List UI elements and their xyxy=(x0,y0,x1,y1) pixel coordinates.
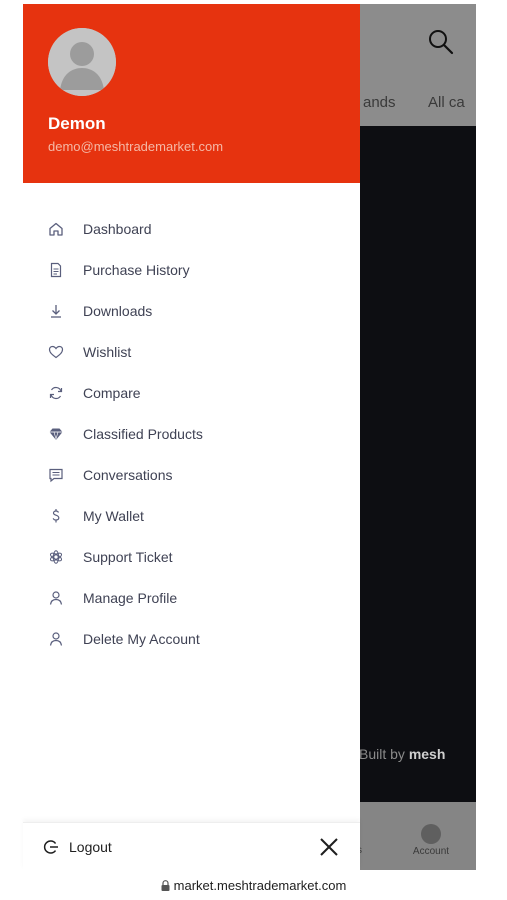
menu-item-label: My Wallet xyxy=(83,508,144,524)
logout-label: Logout xyxy=(69,839,112,855)
browser-url-bar[interactable]: market.meshtrademarket.com xyxy=(0,878,507,893)
menu-item-compare[interactable]: Compare xyxy=(23,377,360,409)
drawer-footer: Logout xyxy=(23,822,360,870)
menu-item-label: Delete My Account xyxy=(83,631,200,647)
dollar-icon xyxy=(47,507,65,525)
menu-item-downloads[interactable]: Downloads xyxy=(23,295,360,327)
heart-icon xyxy=(47,343,65,361)
tab-all-categories[interactable]: All ca xyxy=(428,94,476,111)
drawer-header: Demon demo@meshtrademarket.com xyxy=(23,4,360,183)
tab-brands[interactable]: ands xyxy=(363,94,396,111)
avatar[interactable] xyxy=(48,28,116,96)
menu-item-label: Downloads xyxy=(83,303,153,319)
menu-item-label: Purchase History xyxy=(83,262,190,278)
menu-item-dashboard[interactable]: Dashboard xyxy=(23,213,360,245)
built-by-footer: Built by mesh xyxy=(359,746,445,762)
avatar-placeholder-icon xyxy=(48,28,116,96)
bottom-nav-account[interactable]: Account xyxy=(407,824,455,857)
document-icon xyxy=(47,261,65,279)
menu-item-delete-my-account[interactable]: Delete My Account xyxy=(23,623,360,655)
user-name: Demon xyxy=(48,114,106,133)
menu-item-wishlist[interactable]: Wishlist xyxy=(23,336,360,368)
user-email: demo@meshtrademarket.com xyxy=(48,139,224,154)
account-icon xyxy=(421,824,441,844)
menu-item-label: Wishlist xyxy=(83,344,132,360)
bottom-nav-account-label: Account xyxy=(412,846,450,857)
download-icon xyxy=(47,302,65,320)
built-by-prefix: Built by xyxy=(359,746,409,762)
menu-item-classified-products[interactable]: Classified Products xyxy=(23,418,360,450)
url-text: market.meshtrademarket.com xyxy=(173,878,347,893)
menu-item-label: Manage Profile xyxy=(83,590,178,606)
menu-item-support-ticket[interactable]: Support Ticket xyxy=(23,541,360,573)
menu-item-label: Classified Products xyxy=(83,426,203,442)
home-icon xyxy=(47,220,65,238)
logout-icon xyxy=(43,840,58,854)
menu-item-purchase-history[interactable]: Purchase History xyxy=(23,254,360,286)
menu-item-label: Compare xyxy=(83,385,141,401)
side-drawer: Demon demo@meshtrademarket.com Dashboard… xyxy=(23,4,360,870)
close-icon[interactable] xyxy=(317,835,341,859)
menu-item-label: Conversations xyxy=(83,467,173,483)
page: ands All ca Built by mesh s Account Demo xyxy=(0,0,507,900)
search-icon[interactable] xyxy=(427,28,455,56)
support-icon xyxy=(47,548,65,566)
lock-icon xyxy=(161,880,170,891)
menu-item-conversations[interactable]: Conversations xyxy=(23,459,360,491)
built-by-brand: mesh xyxy=(408,746,446,762)
menu-item-my-wallet[interactable]: My Wallet xyxy=(23,500,360,532)
user-icon xyxy=(47,589,65,607)
menu-item-label: Support Ticket xyxy=(83,549,173,565)
user-icon xyxy=(47,630,65,648)
chat-icon xyxy=(47,466,65,484)
logout-button[interactable]: Logout xyxy=(43,835,112,859)
menu-item-manage-profile[interactable]: Manage Profile xyxy=(23,582,360,614)
menu-item-label: Dashboard xyxy=(83,221,152,237)
refresh-icon xyxy=(47,384,65,402)
diamond-icon xyxy=(47,425,65,443)
